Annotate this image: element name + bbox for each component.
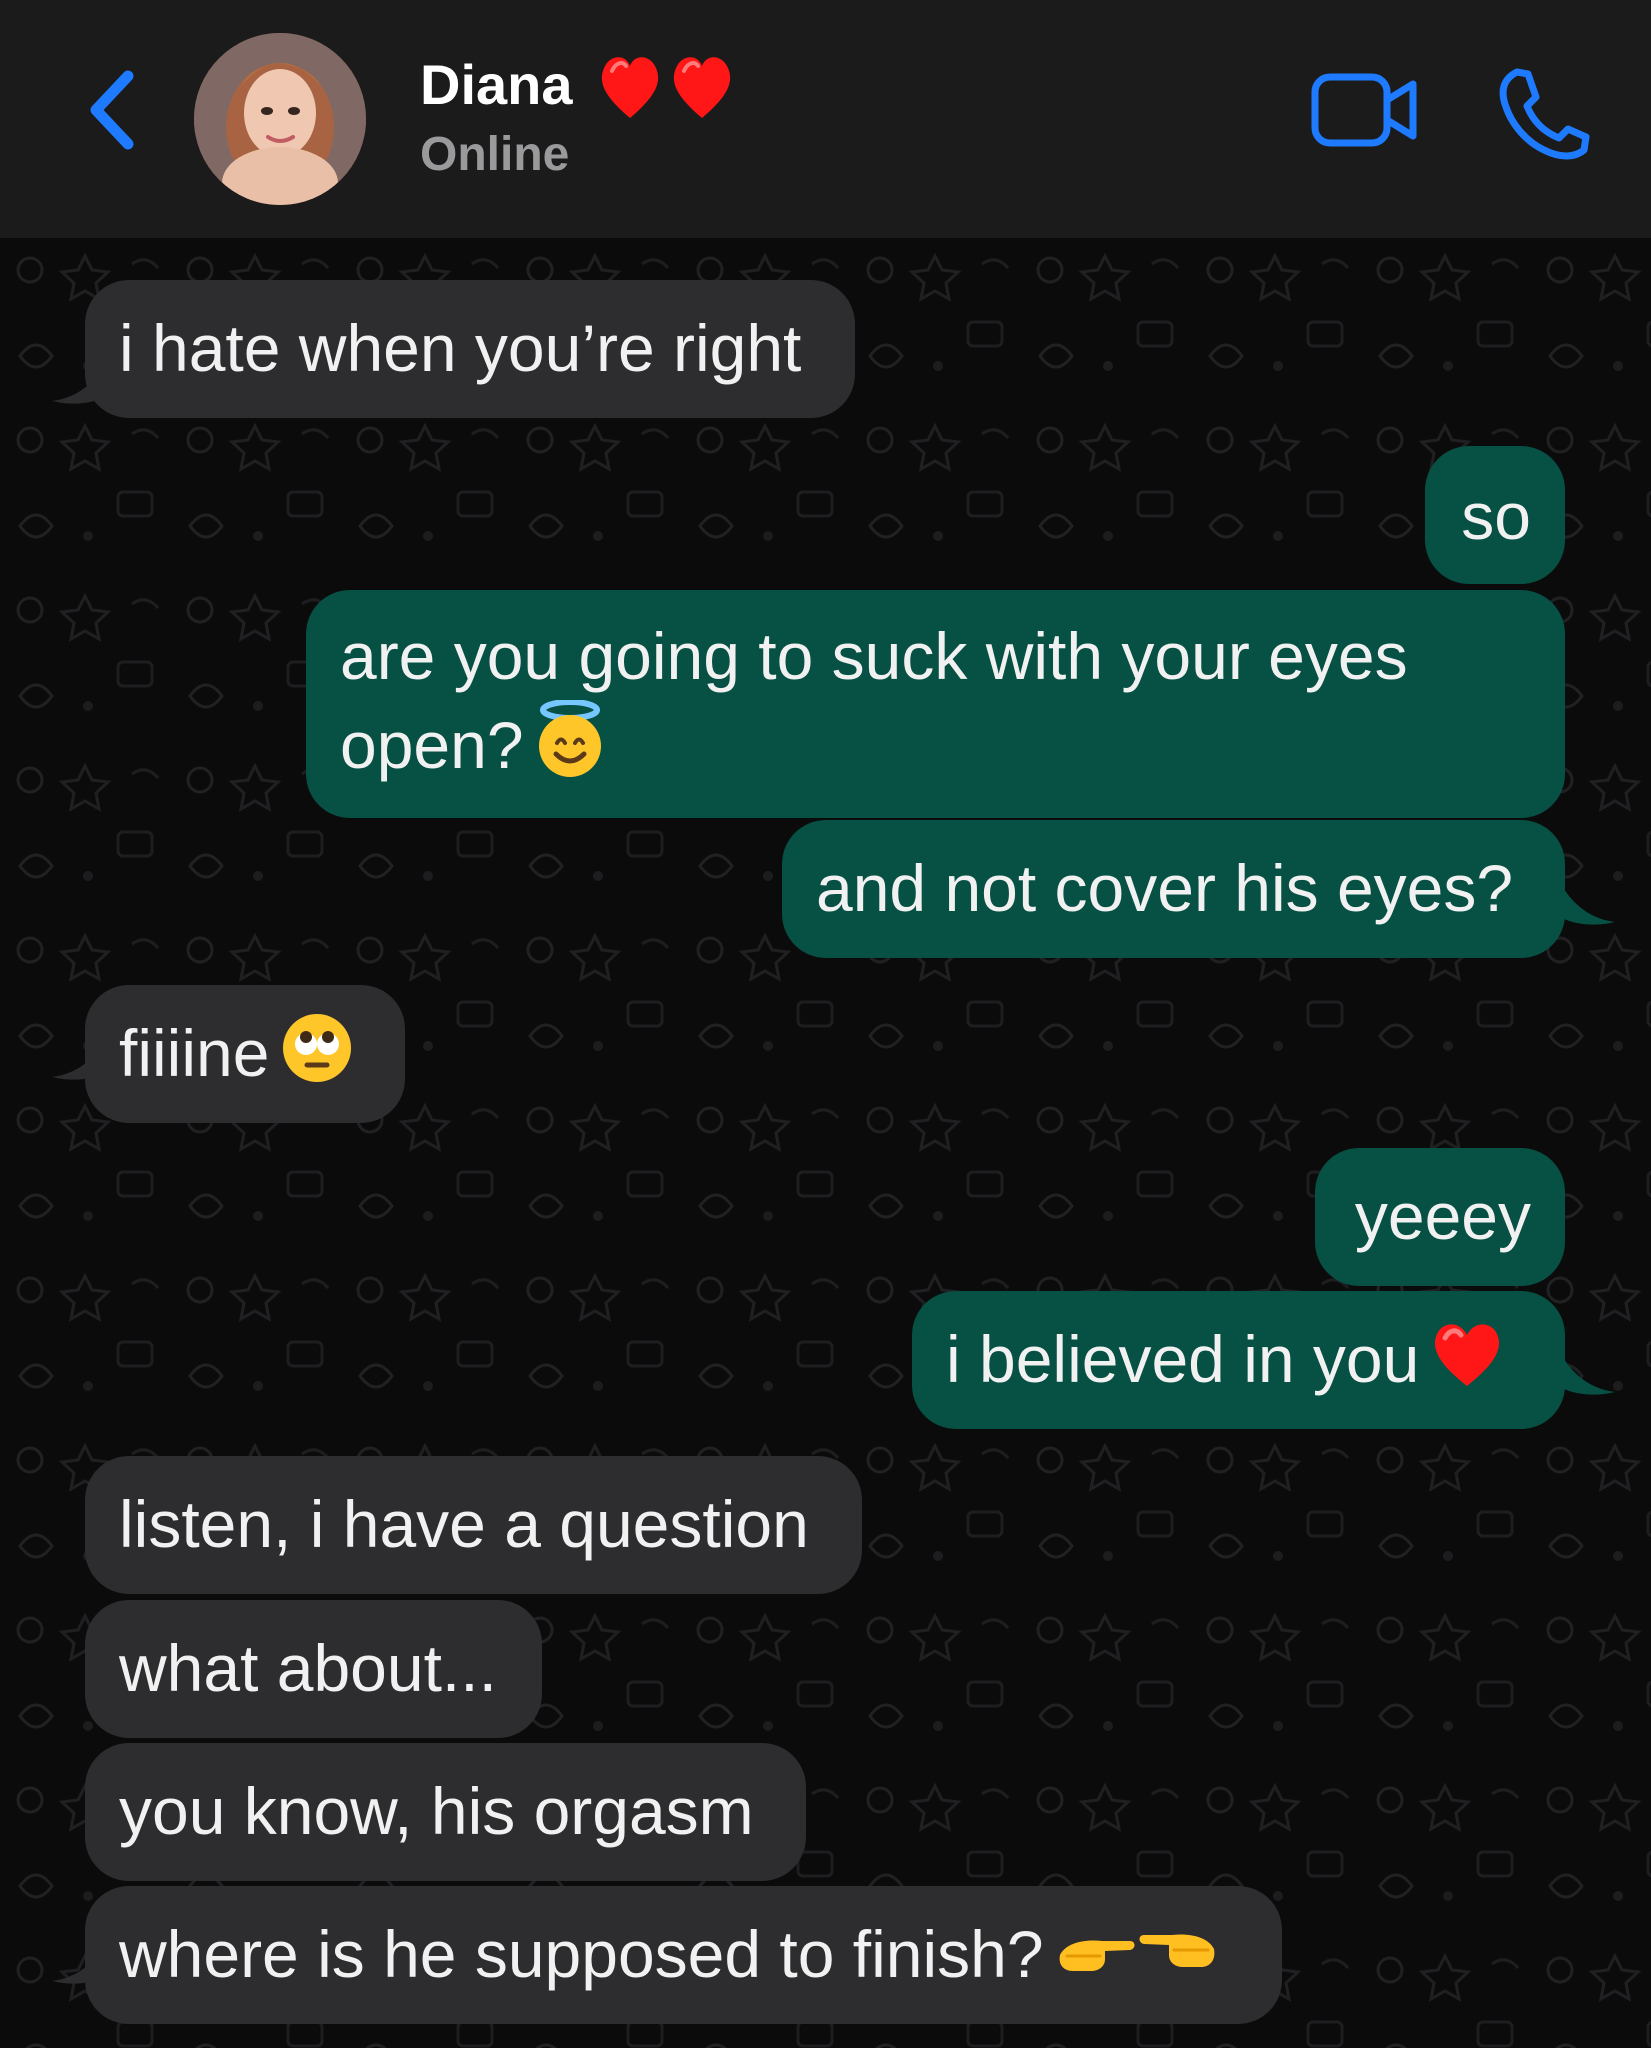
face-with-rolling-eyes-emoji xyxy=(279,1010,355,1107)
message-text: what about... xyxy=(119,1631,497,1705)
message-text: i hate when you’re right xyxy=(119,311,802,385)
incoming-message-bubble[interactable]: fiiiine xyxy=(85,985,405,1123)
avatar[interactable] xyxy=(194,33,366,205)
chat-header: Diana Online xyxy=(0,0,1651,238)
outgoing-bubble-tail xyxy=(1557,1347,1615,1395)
contact-name: Diana xyxy=(420,53,573,116)
incoming-message-bubble[interactable]: you know, his orgasm xyxy=(85,1743,806,1881)
voice-call-button[interactable] xyxy=(1496,64,1590,160)
incoming-message-bubble[interactable]: what about... xyxy=(85,1600,542,1738)
message-text: i believed in you xyxy=(946,1322,1420,1396)
back-button[interactable] xyxy=(78,62,148,158)
message-text: so xyxy=(1461,479,1531,553)
outgoing-bubble-tail xyxy=(1557,877,1615,925)
message-text: you know, his orgasm xyxy=(119,1774,754,1848)
incoming-message-bubble[interactable]: i hate when you’re right xyxy=(85,280,855,418)
message-text: yeeey xyxy=(1354,1179,1531,1253)
phone-icon xyxy=(1499,68,1590,160)
chevron-left-icon xyxy=(90,70,134,150)
incoming-message-bubble[interactable]: listen, i have a question xyxy=(85,1456,862,1594)
message-text: fiiiine xyxy=(119,1016,270,1090)
red-heart-emoji xyxy=(1429,1318,1505,1411)
message-text: are you going to suck with your eyes ope… xyxy=(340,619,1408,782)
message-text: listen, i have a question xyxy=(119,1487,809,1561)
smiling-face-with-halo-emoji xyxy=(534,699,606,801)
message-text: where is he supposed to finish? xyxy=(119,1917,1044,1991)
video-call-button[interactable] xyxy=(1310,70,1422,150)
outgoing-message-bubble[interactable]: and not cover his eyes? xyxy=(782,820,1565,958)
red-heart-emoji xyxy=(601,57,731,118)
outgoing-message-bubble[interactable]: so xyxy=(1425,446,1565,584)
contact-status: Online xyxy=(420,128,570,181)
outgoing-message-bubble[interactable]: are you going to suck with your eyes ope… xyxy=(306,590,1565,818)
incoming-message-bubble[interactable]: where is he supposed to finish? xyxy=(85,1886,1282,2024)
outgoing-message-bubble[interactable]: yeeey xyxy=(1315,1148,1565,1286)
message-text: and not cover his eyes? xyxy=(816,851,1514,925)
chat-area[interactable]: i hate when you’re right so are you goin… xyxy=(0,238,1651,2048)
video-camera-icon xyxy=(1311,73,1417,147)
avatar-photo xyxy=(194,33,366,205)
outgoing-message-bubble[interactable]: i believed in you xyxy=(912,1291,1565,1429)
pointing-hands-emoji xyxy=(1054,1916,1220,2004)
